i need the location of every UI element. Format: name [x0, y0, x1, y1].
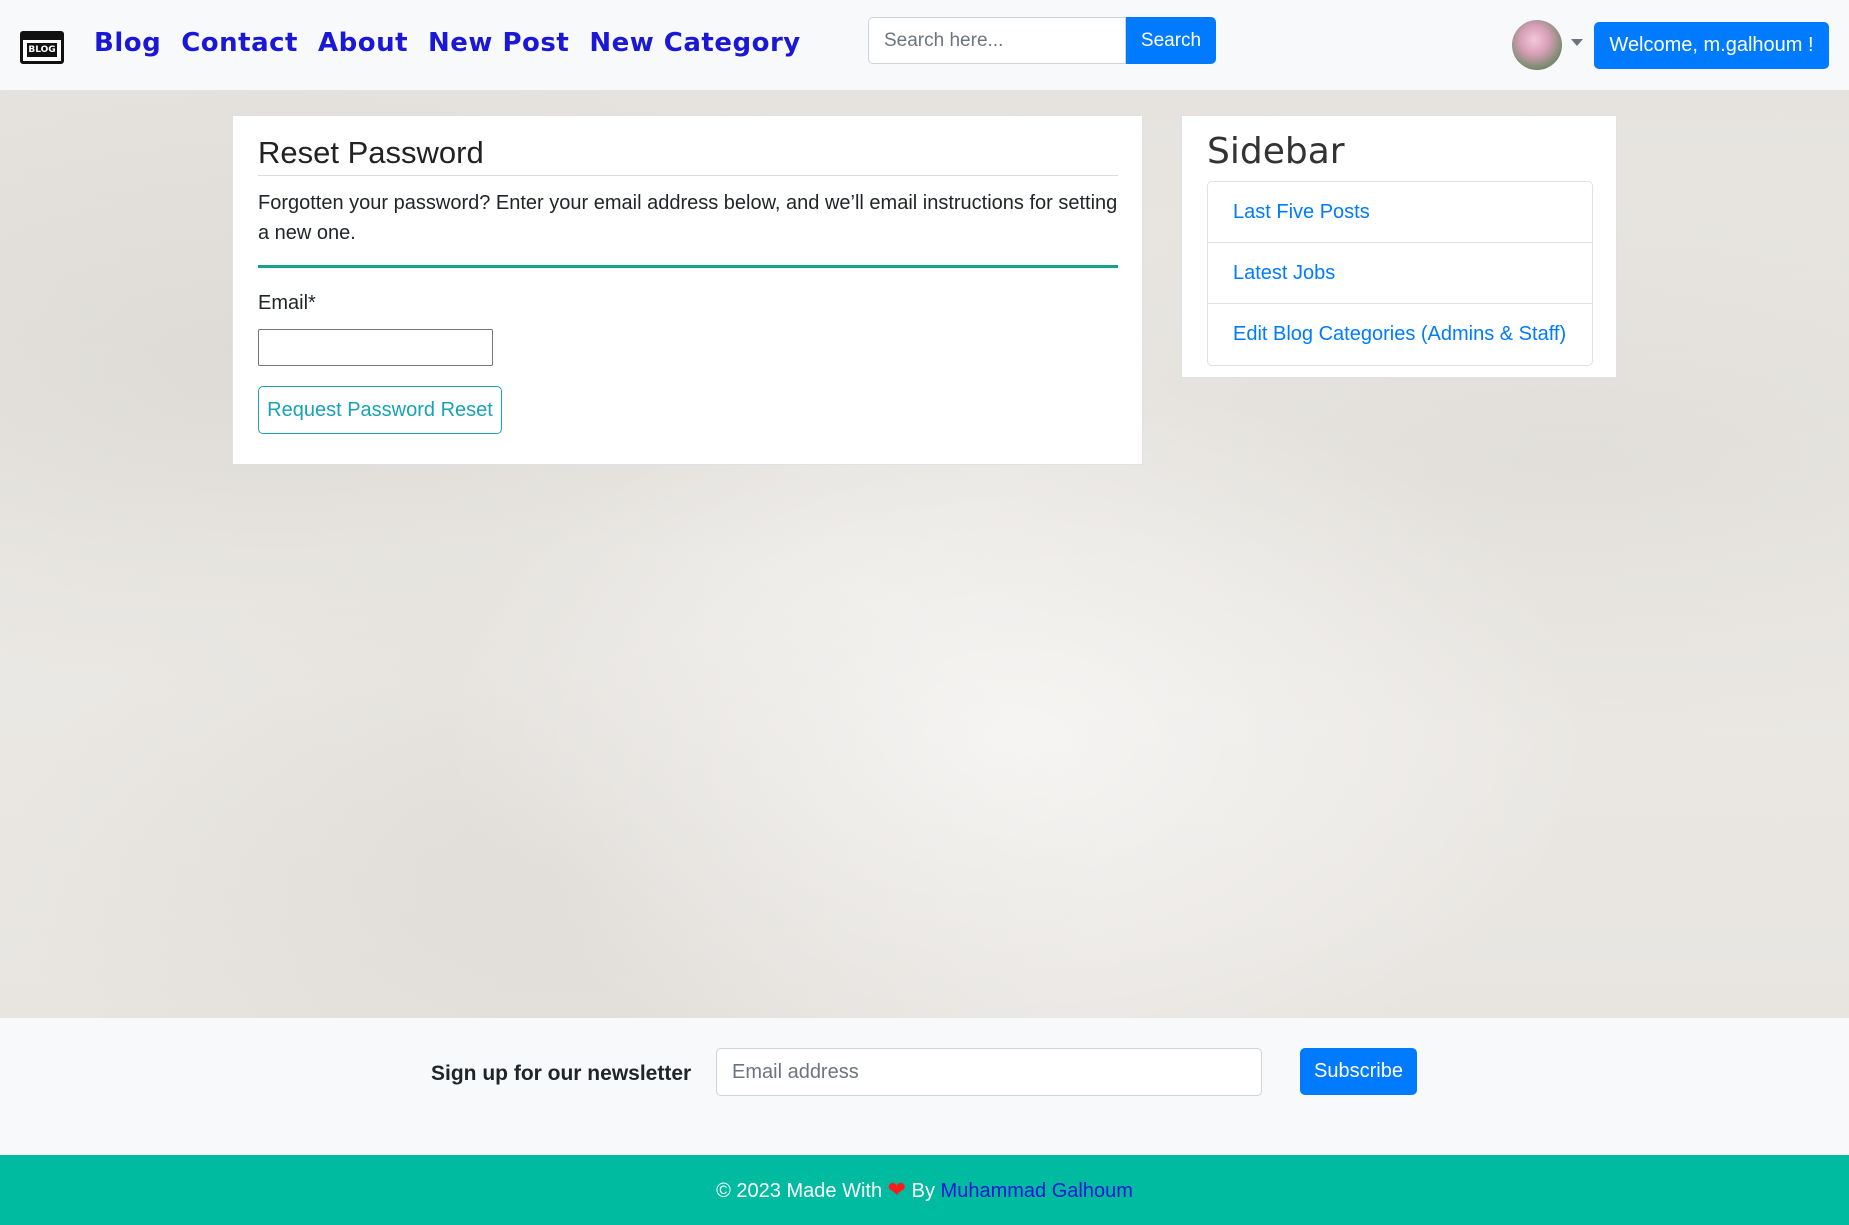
top-navbar: BLOG Blog Contact About New Post New Cat…: [0, 0, 1849, 90]
sidebar-item-edit-categories[interactable]: Edit Blog Categories (Admins & Staff): [1208, 304, 1592, 365]
nav-link-blog[interactable]: Blog: [94, 28, 161, 58]
sidebar-title: Sidebar: [1207, 131, 1345, 172]
user-avatar[interactable]: [1512, 20, 1562, 70]
reset-description: Forgotten your password? Enter your emai…: [258, 192, 1118, 244]
sidebar-card: Sidebar Last Five Posts Latest Jobs Edit…: [1181, 115, 1617, 378]
nav-link-new-category[interactable]: New Category: [589, 28, 800, 58]
email-field[interactable]: [258, 329, 493, 366]
chevron-down-icon[interactable]: [1571, 39, 1583, 46]
newsletter-email-input[interactable]: [716, 1048, 1262, 1096]
reset-password-title: Reset Password: [258, 135, 484, 170]
reset-password-card: Reset Password Forgotten your password? …: [232, 115, 1143, 465]
main-nav: Blog Contact About New Post New Category: [94, 28, 801, 58]
sidebar-list: Last Five Posts Latest Jobs Edit Blog Ca…: [1207, 181, 1593, 366]
title-divider: [258, 175, 1118, 176]
nav-link-contact[interactable]: Contact: [181, 28, 298, 58]
welcome-user-button[interactable]: Welcome, m.galhoum !: [1594, 22, 1829, 69]
search-input[interactable]: [868, 17, 1126, 64]
request-reset-button[interactable]: Request Password Reset: [258, 386, 502, 434]
blog-logo-icon[interactable]: BLOG: [20, 31, 64, 64]
footer-copyright: © 2023 Made With: [716, 1180, 883, 1202]
page-footer: © 2023 Made With ❤ By Muhammad Galhoum: [0, 1155, 1849, 1225]
search-form: Search: [868, 17, 1216, 64]
newsletter-label: Sign up for our newsletter: [431, 1062, 692, 1085]
nav-link-new-post[interactable]: New Post: [428, 28, 569, 58]
nav-link-about[interactable]: About: [318, 28, 408, 58]
author-link[interactable]: Muhammad Galhoum: [941, 1180, 1133, 1202]
subscribe-button[interactable]: Subscribe: [1300, 1048, 1417, 1095]
footer-by: By: [911, 1180, 935, 1202]
heart-icon: ❤: [887, 1177, 907, 1202]
sidebar-item-latest-jobs[interactable]: Latest Jobs: [1208, 243, 1592, 304]
newsletter-section: Sign up for our newsletter Subscribe: [0, 1018, 1849, 1155]
section-divider: [258, 265, 1118, 268]
email-label: Email*: [258, 292, 316, 314]
search-button[interactable]: Search: [1126, 17, 1216, 64]
sidebar-item-last-five-posts[interactable]: Last Five Posts: [1208, 182, 1592, 243]
